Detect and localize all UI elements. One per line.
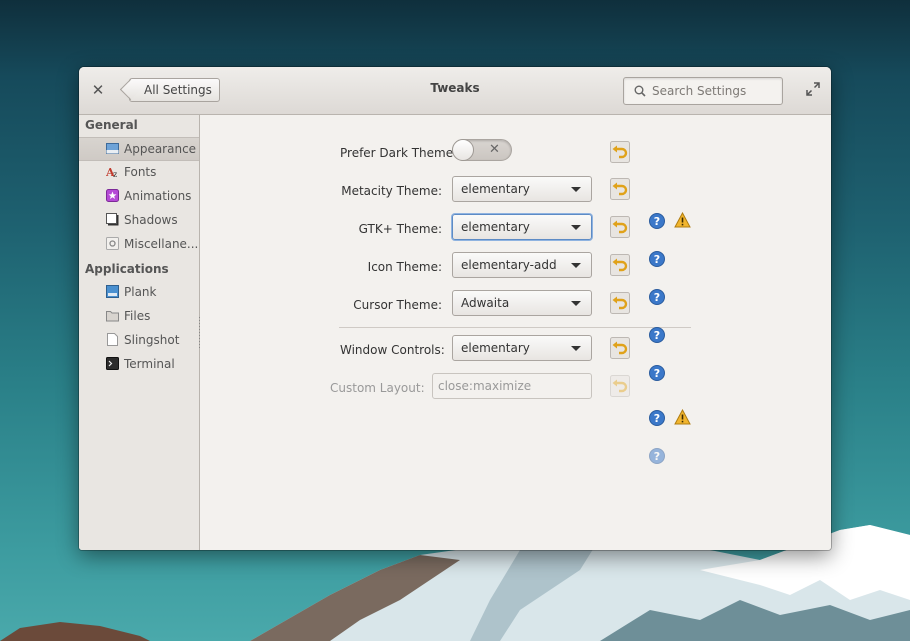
slingshot-icon — [107, 333, 118, 346]
sidebar-item-label: Animations — [124, 189, 192, 203]
dropdown-value: elementary — [461, 341, 530, 355]
dropdown-arrow-icon — [571, 263, 581, 268]
sidebar-item-shadows[interactable]: Shadows — [79, 209, 199, 231]
sidebar-item-slingshot[interactable]: Slingshot — [79, 329, 199, 351]
icon-theme-label: Icon Theme: — [367, 260, 442, 274]
sidebar-item-animations[interactable]: Animations — [79, 185, 199, 207]
dropdown-value: elementary — [461, 220, 530, 234]
sidebar-item-label: Terminal — [124, 357, 175, 371]
plank-icon — [106, 285, 119, 298]
help-window-controls-icon[interactable]: ? — [649, 410, 665, 426]
sidebar-heading-general: General — [85, 118, 138, 132]
custom-layout-value: close:maximize — [438, 379, 532, 393]
revert-prefer-dark-icon[interactable] — [610, 141, 630, 163]
search-field[interactable] — [623, 77, 783, 105]
search-icon — [634, 85, 646, 97]
sidebar-item-label: Shadows — [124, 213, 178, 227]
svg-text:?: ? — [654, 450, 660, 463]
warning-prefer-dark-icon — [674, 212, 691, 228]
svg-text:?: ? — [654, 253, 660, 266]
maximize-icon[interactable] — [806, 82, 820, 96]
revert-icon-theme-icon[interactable] — [610, 254, 630, 276]
sidebar-item-fonts[interactable]: Az Fonts — [79, 161, 199, 183]
appearance-icon — [106, 143, 119, 154]
dropdown-arrow-icon — [571, 225, 581, 230]
sidebar-item-appearance[interactable]: Appearance — [79, 137, 199, 161]
sidebar-item-label: Appearance — [124, 142, 197, 156]
cursor-theme-label: Cursor Theme: — [353, 298, 442, 312]
svg-text:?: ? — [654, 412, 660, 425]
sidebar-item-miscellaneous[interactable]: Miscellane... — [79, 233, 199, 255]
dropdown-arrow-icon — [571, 346, 581, 351]
help-prefer-dark-icon[interactable]: ? — [649, 213, 665, 229]
custom-layout-field[interactable]: close:maximize — [432, 373, 592, 399]
sidebar-item-plank[interactable]: Plank — [79, 281, 199, 303]
files-icon — [106, 311, 119, 322]
svg-text:?: ? — [654, 367, 660, 380]
dropdown-value: elementary — [461, 182, 530, 196]
sidebar-heading-applications: Applications — [85, 262, 169, 276]
revert-window-controls-icon[interactable] — [610, 337, 630, 359]
cursor-theme-dropdown[interactable]: Adwaita — [452, 290, 592, 316]
help-cursor-icon[interactable]: ? — [649, 365, 665, 381]
svg-text:?: ? — [654, 215, 660, 228]
dropdown-arrow-icon — [571, 187, 581, 192]
dropdown-value: elementary-add — [461, 258, 557, 272]
revert-metacity-icon[interactable] — [610, 178, 630, 200]
help-gtk-icon[interactable]: ? — [649, 289, 665, 305]
gtk-theme-dropdown[interactable]: elementary — [452, 214, 592, 240]
revert-custom-layout-icon[interactable] — [610, 375, 630, 397]
window-controls-dropdown[interactable]: elementary — [452, 335, 592, 361]
window-controls-label: Window Controls: — [340, 343, 445, 357]
help-icon-theme-icon[interactable]: ? — [649, 327, 665, 343]
sidebar-item-files[interactable]: Files — [79, 305, 199, 327]
warning-window-controls-icon — [674, 409, 691, 425]
metacity-theme-label: Metacity Theme: — [341, 184, 442, 198]
tweaks-window: ✕ All Settings Tweaks General Appearance… — [79, 67, 831, 550]
fonts-icon: Az — [106, 166, 117, 178]
metacity-theme-dropdown[interactable]: elementary — [452, 176, 592, 202]
terminal-icon — [106, 357, 119, 370]
dropdown-arrow-icon — [571, 301, 581, 306]
svg-text:?: ? — [654, 329, 660, 342]
appearance-settings-panel: Prefer Dark Theme: ✕ Metacity Theme: ele… — [200, 115, 831, 550]
sidebar-item-label: Plank — [124, 285, 157, 299]
dropdown-value: Adwaita — [461, 296, 510, 310]
sidebar: General Appearance Az Fonts Animations S… — [79, 115, 200, 550]
sidebar-item-label: Miscellane... — [124, 237, 199, 251]
icon-theme-dropdown[interactable]: elementary-add — [452, 252, 592, 278]
section-separator — [339, 327, 691, 328]
svg-text:?: ? — [654, 291, 660, 304]
animations-icon — [106, 189, 119, 202]
sidebar-item-label: Fonts — [124, 165, 157, 179]
switch-off-icon: ✕ — [489, 142, 500, 157]
svg-text:z: z — [113, 170, 117, 178]
header-bar: ✕ All Settings Tweaks — [79, 67, 831, 115]
miscellaneous-icon — [106, 237, 119, 250]
gtk-theme-label: GTK+ Theme: — [358, 222, 442, 236]
help-custom-layout-icon[interactable]: ? — [649, 448, 665, 464]
help-metacity-icon[interactable]: ? — [649, 251, 665, 267]
shadows-icon — [106, 213, 119, 226]
switch-knob — [452, 139, 474, 161]
prefer-dark-theme-switch[interactable]: ✕ — [452, 139, 512, 161]
search-input[interactable] — [652, 81, 777, 101]
custom-layout-label: Custom Layout: — [330, 381, 425, 395]
sidebar-item-label: Slingshot — [124, 333, 180, 347]
sidebar-item-label: Files — [124, 309, 151, 323]
sidebar-item-terminal[interactable]: Terminal — [79, 353, 199, 375]
revert-cursor-icon[interactable] — [610, 292, 630, 314]
revert-gtk-icon[interactable] — [610, 216, 630, 238]
prefer-dark-theme-label: Prefer Dark Theme: — [340, 146, 458, 160]
